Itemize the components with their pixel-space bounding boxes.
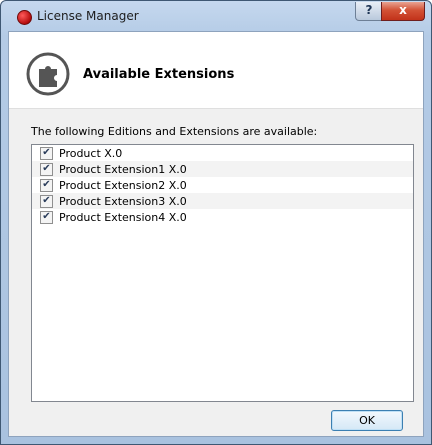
list-item-label: Product Extension2 X.0 <box>59 178 187 192</box>
extensions-list[interactable]: ✔ Product X.0 ✔ Product Extension1 X.0 ✔… <box>31 144 414 402</box>
list-item-extension2[interactable]: ✔ Product Extension2 X.0 <box>32 177 413 193</box>
intro-text: The following Editions and Extensions ar… <box>31 125 318 138</box>
list-item-extension1[interactable]: ✔ Product Extension1 X.0 <box>32 161 413 177</box>
title-bar[interactable]: License Manager ? x <box>1 1 431 31</box>
license-manager-window: License Manager ? x Available Extensions… <box>0 0 432 445</box>
list-item-product[interactable]: ✔ Product X.0 <box>32 145 413 161</box>
checkbox-product[interactable]: ✔ <box>40 146 53 160</box>
checkbox-extension1[interactable]: ✔ <box>40 162 53 176</box>
dialog-client-area: Available Extensions The following Editi… <box>8 31 424 437</box>
list-item-extension3[interactable]: ✔ Product Extension3 X.0 <box>32 193 413 209</box>
list-item-label: Product X.0 <box>59 146 123 160</box>
list-item-extension4[interactable]: ✔ Product Extension4 X.0 <box>32 209 413 225</box>
list-item-label: Product Extension3 X.0 <box>59 194 187 208</box>
ok-button[interactable]: OK <box>331 410 403 431</box>
dialog-header: Available Extensions <box>9 32 423 109</box>
checkbox-extension3[interactable]: ✔ <box>40 194 53 208</box>
app-icon <box>17 10 32 25</box>
puzzle-icon <box>26 52 70 99</box>
list-item-label: Product Extension1 X.0 <box>59 162 187 176</box>
page-title: Available Extensions <box>83 67 235 82</box>
close-button[interactable]: x <box>381 2 425 21</box>
checkbox-extension4[interactable]: ✔ <box>40 210 53 224</box>
checkbox-extension2[interactable]: ✔ <box>40 178 53 192</box>
window-title: License Manager <box>37 9 139 23</box>
list-item-label: Product Extension4 X.0 <box>59 210 187 224</box>
help-button[interactable]: ? <box>355 2 383 21</box>
